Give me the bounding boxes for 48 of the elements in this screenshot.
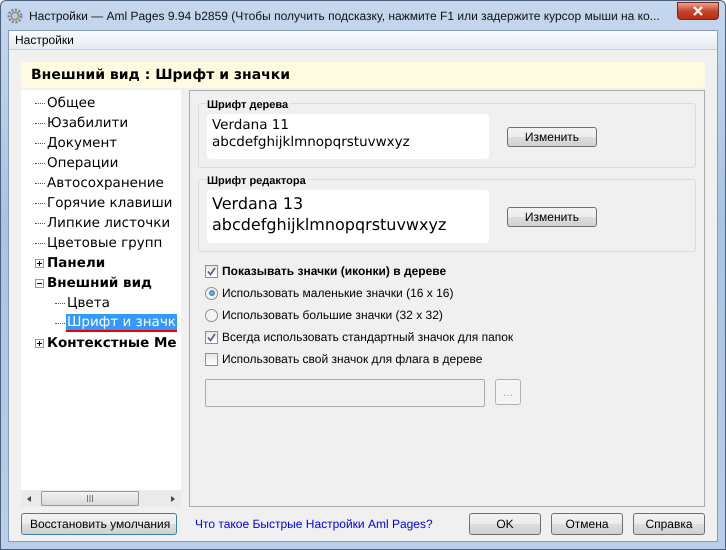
option-label: Использовать свой значок для флага в дереве: [222, 352, 482, 366]
option-label: Всегда использовать стандартный значок для папок: [222, 330, 514, 344]
gear-icon: [7, 8, 23, 24]
font-name: Verdana 13: [212, 193, 304, 214]
group-title: Шрифт дерева: [207, 99, 290, 111]
tree-item[interactable]: Внешний вид: [46, 275, 153, 291]
scroll-left-icon[interactable]: [27, 496, 31, 502]
checkbox[interactable]: [205, 330, 218, 344]
tree-item[interactable]: Документ: [46, 135, 118, 151]
font-sample: abcdefghijklmnopqrstuvwxyz: [212, 214, 448, 235]
dialog-button[interactable]: OK: [469, 513, 541, 535]
tree-item[interactable]: Контекстные Ме: [46, 335, 178, 351]
tree-item[interactable]: Панели: [46, 255, 106, 271]
tree-item[interactable]: Цвета: [66, 295, 111, 311]
radio-button[interactable]: [205, 286, 218, 300]
tree-item[interactable]: Юзабилити: [46, 115, 130, 131]
menu-item[interactable]: Настройки: [11, 33, 78, 47]
font-name: Verdana 11: [212, 117, 290, 134]
window-title: Настройки — Aml Pages 9.94 b2859 (Чтобы получить подсказку, нажмите F1 или задержите курсор мыши на ко...: [29, 8, 661, 22]
tree-item[interactable]: Липкие листочки: [46, 215, 172, 231]
scroll-right-icon[interactable]: [171, 496, 175, 502]
close-button[interactable]: [677, 2, 719, 20]
dialog-button[interactable]: Отмена: [551, 513, 623, 535]
font-sample: abcdefghijklmnopqrstuvwxyz: [212, 134, 411, 151]
tree-item[interactable]: Цветовые групп: [46, 235, 164, 251]
change-button[interactable]: Изменить: [507, 206, 597, 226]
expand-icon[interactable]: [35, 258, 44, 268]
option-label: Использовать маленькие значки (16 x 16): [222, 286, 454, 300]
checkbox[interactable]: [205, 264, 218, 278]
dialog-button[interactable]: Справка: [633, 513, 705, 535]
restore-defaults-button[interactable]: Восстановить умолчания: [21, 513, 177, 535]
group-title: Шрифт редактора: [207, 175, 308, 187]
tree-item[interactable]: Автосохранение: [46, 175, 165, 191]
tree-item[interactable]: Общее: [46, 95, 96, 111]
option-label: Использовать большие значки (32 x 32): [222, 308, 443, 322]
grip-icon: [87, 495, 93, 502]
expand-icon[interactable]: [35, 338, 44, 348]
help-link[interactable]: Что такое Быстрые Настройки Aml Pages?: [195, 517, 433, 531]
option-label: Показывать значки (иконки) в дереве: [222, 264, 446, 278]
change-button[interactable]: Изменить: [507, 126, 597, 146]
section-header: Внешний вид : Шрифт и значки: [21, 62, 705, 88]
horizontal-scrollbar[interactable]: [21, 490, 181, 507]
checkbox[interactable]: [205, 352, 218, 366]
tree-item[interactable]: Горячие клавиши: [46, 195, 174, 211]
radio-button[interactable]: [205, 308, 218, 322]
collapse-icon[interactable]: [35, 278, 44, 288]
close-icon: [693, 6, 703, 16]
tree-item[interactable]: Операции: [46, 155, 120, 171]
